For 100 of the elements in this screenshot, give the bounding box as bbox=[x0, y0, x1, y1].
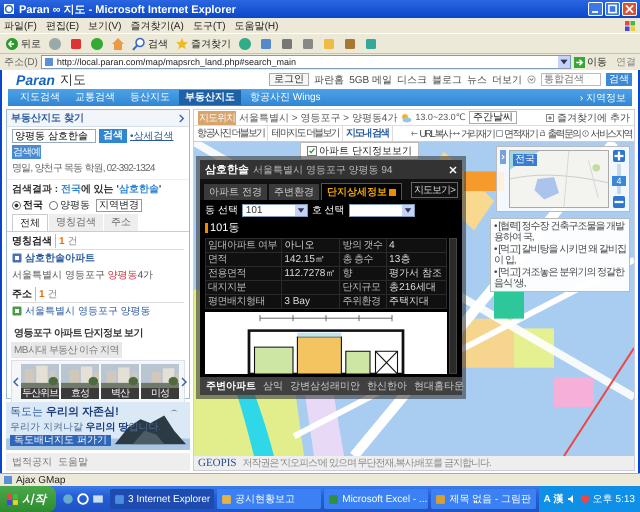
clock: 오후 5:13 bbox=[592, 493, 635, 506]
windows-logo-icon bbox=[624, 20, 636, 32]
star-icon bbox=[175, 36, 189, 50]
building-select[interactable]: 101 bbox=[242, 204, 308, 216]
map-tool-button[interactable]: 면적재기 bbox=[496, 126, 538, 140]
nearby-link[interactable]: 한신한아 bbox=[367, 379, 407, 393]
site-link[interactable]: 더보기 bbox=[492, 72, 522, 86]
address-field[interactable]: http://local.paran.com/map/mapsrch_land.php#search_main bbox=[40, 55, 571, 69]
maximize-button[interactable] bbox=[605, 2, 620, 16]
checkbox[interactable] bbox=[307, 146, 317, 156]
apartment-name[interactable]: 벽산 bbox=[101, 388, 139, 399]
desktop-icon[interactable] bbox=[92, 493, 104, 505]
map-tool-button[interactable]: URL복사 bbox=[411, 126, 451, 140]
close-icon[interactable] bbox=[449, 166, 457, 174]
field-label: 향 bbox=[340, 266, 387, 280]
map-tool-button[interactable]: 거리재기 bbox=[452, 126, 494, 140]
nav-tab[interactable]: 부동산지도 bbox=[179, 90, 241, 105]
search-field[interactable]: 통합검색 bbox=[541, 73, 601, 86]
advanced-search-link[interactable]: •상세검색 bbox=[130, 129, 174, 143]
select-label: 동 선택 bbox=[205, 204, 238, 217]
start-button[interactable]: 시작 bbox=[0, 486, 56, 512]
menu-item[interactable]: 보기(V) bbox=[88, 18, 122, 32]
collapse-icon[interactable] bbox=[500, 150, 506, 164]
weekly-weather-button[interactable]: 주간날씨 bbox=[468, 111, 517, 124]
map-tab[interactable]: 테마지도 더블보기 bbox=[268, 126, 343, 141]
site-link[interactable]: 디스크 bbox=[397, 72, 427, 86]
menu-item[interactable]: 편집(E) bbox=[46, 18, 80, 32]
menu-item[interactable]: 즐겨찾기(A) bbox=[130, 18, 184, 32]
popup-tab[interactable]: 주변환경 bbox=[268, 184, 319, 200]
go-button[interactable]: 이동 bbox=[574, 55, 607, 69]
site-link[interactable]: 5GB 메일 bbox=[349, 72, 392, 86]
banner[interactable]: 독도는 우리의 자존심! 우리가 지켜나갈 우리의 땅입니다. 독도배너지도 퍼가기 bbox=[6, 402, 190, 450]
result-tab[interactable]: 명칭검색 bbox=[49, 214, 103, 231]
change-region-button[interactable]: 지역변경 bbox=[96, 198, 142, 212]
taskbar-button[interactable]: 제목 없음 - 그림판 bbox=[431, 489, 536, 509]
field-label: 방의 갯수 bbox=[340, 238, 387, 252]
unit-select[interactable] bbox=[348, 204, 415, 216]
apartment-name[interactable]: 미성 bbox=[141, 388, 179, 399]
radio-label[interactable]: 전국 bbox=[23, 198, 43, 212]
status-text: Ajax GMap bbox=[16, 474, 66, 486]
map-tab[interactable]: 지도내 검색 bbox=[342, 126, 393, 141]
windows-logo-icon bbox=[6, 492, 19, 506]
zoom-handle[interactable]: 4 bbox=[612, 176, 626, 186]
site-link[interactable]: 블로그 bbox=[432, 72, 462, 86]
minimize-button[interactable] bbox=[588, 2, 603, 16]
back-arrow-button[interactable]: 뒤로 bbox=[4, 36, 42, 52]
popup-tab[interactable]: 아파트 전경 bbox=[204, 184, 267, 200]
view-map-button[interactable]: 지도보기> bbox=[411, 182, 458, 198]
radio-button[interactable] bbox=[49, 200, 58, 210]
taskbar-button[interactable]: 3 Internet Explorer bbox=[110, 489, 214, 509]
notice-link[interactable]: • [먹고] 갈비탕을 시키면 왜 갈비집이 입, bbox=[494, 244, 626, 266]
next-icon[interactable] bbox=[181, 376, 187, 386]
star-button[interactable]: 즐겨찾기 bbox=[174, 36, 232, 52]
result-link[interactable]: 서울특별시 영등포구 양평동 bbox=[25, 304, 151, 318]
zoom-in-button[interactable] bbox=[613, 150, 625, 162]
footer-link[interactable]: 도움말 bbox=[58, 455, 88, 469]
checkbox-label[interactable]: 아파트 단지정보보기 bbox=[319, 144, 412, 158]
nearby-link[interactable]: 강변삼성래미안 bbox=[290, 379, 360, 393]
nearby-link[interactable]: 현대홈타운 bbox=[414, 379, 464, 393]
popup-address: 서울특별시 영등포구 양평동 94 bbox=[253, 164, 392, 176]
chevron-icon[interactable] bbox=[178, 114, 185, 122]
site-link[interactable]: 뉴스 bbox=[467, 72, 487, 86]
close-button[interactable] bbox=[622, 2, 637, 16]
taskbar-button[interactable]: Microsoft Excel - ... bbox=[324, 489, 428, 509]
result-tab[interactable]: 주소 bbox=[104, 214, 138, 231]
apartment-tab[interactable]: MB시대 부동산 이슈 지역 bbox=[11, 342, 122, 358]
add-bookmark-link[interactable]: 즐겨찾기에 추가 bbox=[557, 110, 630, 124]
site-link[interactable]: 파란홈 bbox=[314, 72, 344, 86]
nationwide-button[interactable]: 전국 bbox=[513, 154, 537, 166]
scroll-bar[interactable] bbox=[449, 238, 457, 374]
banner-button[interactable]: 독도배너지도 퍼가기 bbox=[10, 435, 111, 446]
geopis-logo: GEOPIS bbox=[198, 457, 237, 469]
radio-button[interactable] bbox=[12, 200, 21, 210]
map-tool-button[interactable]: 서비스지역 bbox=[582, 126, 632, 140]
apartment-name[interactable]: 두산위브 bbox=[21, 388, 59, 399]
menu-item[interactable]: 도움말(H) bbox=[234, 18, 278, 32]
login-button[interactable]: 로그인 bbox=[269, 73, 310, 86]
search-button[interactable]: 검색 bbox=[99, 129, 127, 143]
previous-icon[interactable] bbox=[13, 376, 19, 386]
nearby-link[interactable]: 삼익 bbox=[263, 379, 283, 393]
footer-link[interactable]: 법적공지 bbox=[12, 455, 52, 469]
zoom-out-button[interactable] bbox=[613, 196, 625, 208]
field-label: 임대아파트 여부 bbox=[206, 238, 282, 252]
more-icon[interactable] bbox=[527, 75, 536, 84]
menu-item[interactable]: 파일(F) bbox=[4, 18, 37, 32]
apartment-name[interactable]: 효성 bbox=[61, 388, 99, 399]
map-tab[interactable]: 항공사진 더블보기 bbox=[194, 126, 268, 141]
result-tab[interactable]: 전체 bbox=[12, 214, 48, 231]
site-logo[interactable]: Paran bbox=[16, 72, 55, 88]
taskbar-button[interactable]: 공시현황보고 bbox=[217, 489, 322, 509]
search-button[interactable]: 검색 bbox=[131, 36, 169, 52]
search-field[interactable]: 양평동 삼호한솔 bbox=[12, 129, 96, 143]
result-link[interactable]: 삼호한솔아파트 bbox=[25, 251, 95, 265]
menu-item[interactable]: 도구(T) bbox=[192, 18, 226, 32]
map-tool-button[interactable]: 출력문의 bbox=[539, 126, 580, 140]
notice-link[interactable]: • [먹고] 겨조놓은 분위기의 정갈한 음식 '생, bbox=[494, 267, 626, 289]
notice-link[interactable]: • [협력] 정수장 건축구조물을 개발용하여 국, bbox=[494, 221, 626, 243]
search-button[interactable]: 검색 bbox=[606, 73, 632, 86]
popup-tab[interactable]: 단지상세정보 bbox=[320, 183, 402, 200]
radio-label[interactable]: 양평동 bbox=[60, 198, 90, 212]
